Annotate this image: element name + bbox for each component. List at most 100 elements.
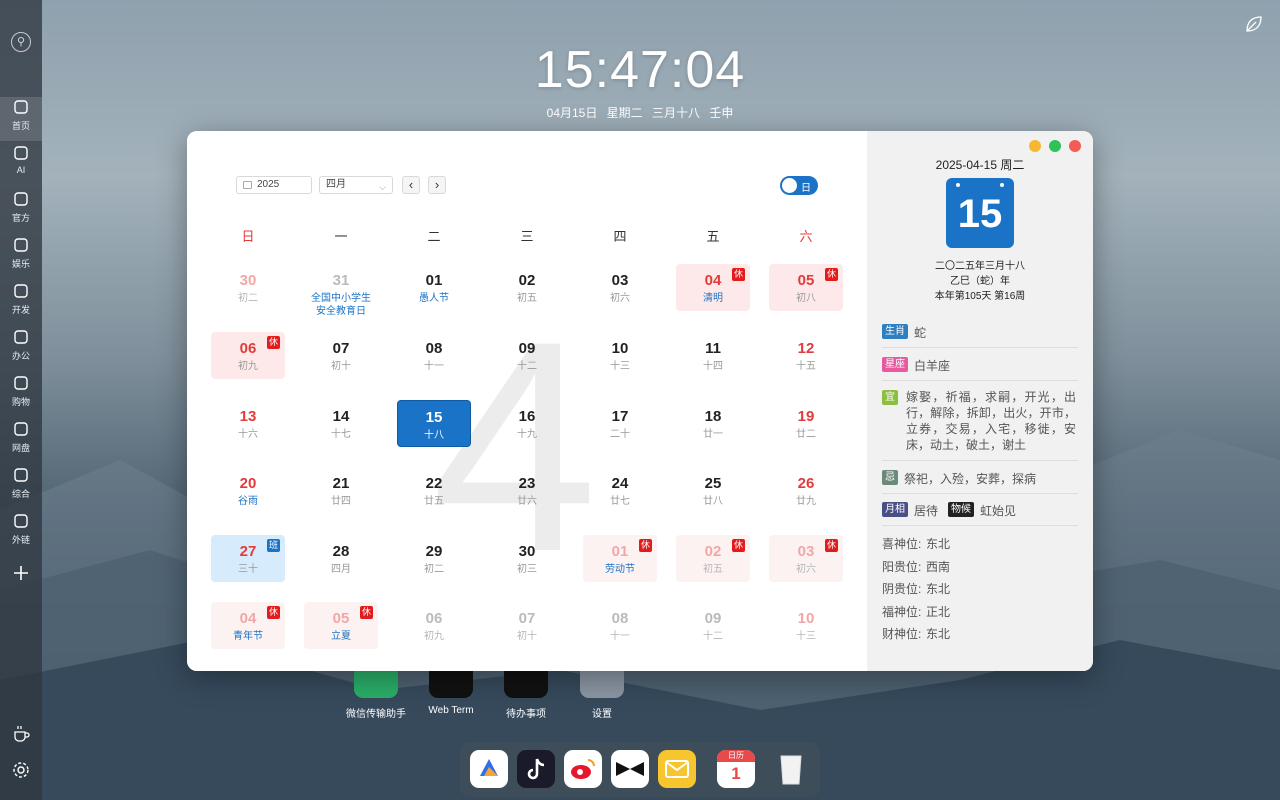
- lunar-label: 廿二: [796, 429, 816, 440]
- sidebar-item-2[interactable]: 官方: [0, 189, 42, 233]
- holiday-badge: 休: [825, 268, 838, 281]
- calendar-day[interactable]: 24 廿七: [583, 467, 657, 514]
- calendar-day[interactable]: 09 十二: [676, 602, 750, 649]
- calendar-app-icon[interactable]: 日历 1: [717, 750, 755, 788]
- toggle-label: 日: [801, 183, 811, 194]
- lark-icon[interactable]: [470, 750, 508, 788]
- bowtie-icon[interactable]: [611, 750, 649, 788]
- calendar-day[interactable]: 27 三十班: [211, 535, 285, 582]
- minimize-button[interactable]: [1029, 140, 1041, 152]
- month-select[interactable]: 四月 ⌵: [319, 176, 393, 194]
- calendar-day[interactable]: 17 二十: [583, 400, 657, 447]
- calendar-day[interactable]: 22 廿五: [397, 467, 471, 514]
- sidebar-item-9[interactable]: 外链: [0, 511, 42, 555]
- sidebar-item-1[interactable]: AI: [0, 143, 42, 187]
- calendar-day[interactable]: 04 青年节休: [211, 602, 285, 649]
- calendar-day[interactable]: 13 十六: [211, 400, 285, 447]
- calendar-day[interactable]: 07 初十: [490, 602, 564, 649]
- calendar-day[interactable]: 06 初九休: [211, 332, 285, 379]
- sidebar-item-5[interactable]: 办公: [0, 327, 42, 371]
- calendar-day[interactable]: 03 初六: [583, 264, 657, 311]
- day-of-year: 本年第105天 第16周: [934, 291, 1026, 302]
- weekday-header: 一: [334, 229, 348, 244]
- tiktok-icon[interactable]: [517, 750, 555, 788]
- maximize-button[interactable]: [1049, 140, 1061, 152]
- sidebar-item-4[interactable]: 开发: [0, 281, 42, 325]
- next-month-button[interactable]: ›: [428, 176, 446, 194]
- calendar-day[interactable]: 03 初六休: [769, 535, 843, 582]
- calendar-day[interactable]: 20 谷雨: [211, 467, 285, 514]
- sidebar-item-7[interactable]: 网盘: [0, 419, 42, 463]
- position-value: 东北: [926, 627, 951, 641]
- calendar-day[interactable]: 28 四月: [304, 535, 378, 582]
- shopping-bag-icon: [14, 376, 28, 390]
- weekday-header: 五: [706, 229, 720, 244]
- deity-position-row: 阴贵位: 东北: [882, 580, 950, 597]
- weibo-icon[interactable]: [564, 750, 602, 788]
- calendar-day[interactable]: 21 廿四: [304, 467, 378, 514]
- prev-month-button[interactable]: ‹: [402, 176, 420, 194]
- day-number: 08: [425, 340, 443, 357]
- day-number: 28: [332, 543, 350, 560]
- calendar-day[interactable]: 25 廿八: [676, 467, 750, 514]
- calendar-day[interactable]: 09 十二: [490, 332, 564, 379]
- calendar-day[interactable]: 12 十五: [769, 332, 843, 379]
- calendar-day[interactable]: 31 全国中小学生安全教育日: [304, 264, 378, 317]
- day-number: 07: [518, 610, 536, 627]
- calendar-day[interactable]: 26 廿九: [769, 467, 843, 514]
- ganzhi-year: 乙巳（蛇）年: [950, 276, 1010, 287]
- year-select[interactable]: 2025: [236, 176, 312, 194]
- sidebar-item-label: 购物: [11, 397, 30, 407]
- calendar-day[interactable]: 19 廿二: [769, 400, 843, 447]
- settings-button[interactable]: [11, 760, 31, 780]
- add-category-button[interactable]: [0, 563, 42, 607]
- calendar-day[interactable]: 14 十七: [304, 400, 378, 447]
- calendar-day[interactable]: 10 十三: [769, 602, 843, 649]
- lunar-label: 十九: [517, 429, 537, 440]
- deity-position-row: 喜神位: 东北: [882, 535, 950, 552]
- calendar-day[interactable]: 23 廿六: [490, 467, 564, 514]
- holiday-badge: 休: [732, 268, 745, 281]
- lunar-label: 初十: [331, 361, 351, 372]
- sidebar-item-8[interactable]: 综合: [0, 465, 42, 509]
- circles-icon: [14, 468, 28, 482]
- calendar-day[interactable]: 05 立夏休: [304, 602, 378, 649]
- holiday-badge: 休: [267, 336, 280, 349]
- trash-icon[interactable]: [772, 750, 810, 788]
- calendar-day[interactable]: 01 劳动节休: [583, 535, 657, 582]
- calendar-day[interactable]: 10 十三: [583, 332, 657, 379]
- calendar-day-today[interactable]: 15 十八: [397, 400, 471, 447]
- calendar-day[interactable]: 05 初八休: [769, 264, 843, 311]
- sidebar-item-3[interactable]: 娱乐: [0, 235, 42, 279]
- weekday-header: 四: [613, 229, 627, 244]
- sidebar-item-6[interactable]: 购物: [0, 373, 42, 417]
- calendar-day[interactable]: 18 廿一: [676, 400, 750, 447]
- calendar-day[interactable]: 02 初五: [490, 264, 564, 311]
- close-button[interactable]: [1069, 140, 1081, 152]
- leaf-icon[interactable]: [1244, 14, 1264, 34]
- selected-date: 2025-04-15 周二: [935, 158, 1025, 172]
- calendar-day[interactable]: 02 初五休: [676, 535, 750, 582]
- position-label: 财神位:: [882, 627, 922, 641]
- divider: [882, 525, 1078, 526]
- mail-icon[interactable]: [658, 750, 696, 788]
- calendar-day[interactable]: 30 初二: [211, 264, 285, 311]
- calendar-day[interactable]: 07 初十: [304, 332, 378, 379]
- calendar-day[interactable]: 08 十一: [583, 602, 657, 649]
- coffee-button[interactable]: [11, 724, 31, 744]
- view-toggle[interactable]: 日: [780, 176, 818, 195]
- calendar-day[interactable]: 29 初二: [397, 535, 471, 582]
- calendar-day[interactable]: 04 清明休: [676, 264, 750, 311]
- day-number: 12: [797, 340, 815, 357]
- calendar-day[interactable]: 06 初九: [397, 602, 471, 649]
- calendar-day[interactable]: 30 初三: [490, 535, 564, 582]
- divider: [882, 493, 1078, 494]
- calendar-day[interactable]: 08 十一: [397, 332, 471, 379]
- calendar-day[interactable]: 11 十四: [676, 332, 750, 379]
- calendar-day[interactable]: 16 十九: [490, 400, 564, 447]
- calendar-day[interactable]: 01 愚人节: [397, 264, 471, 311]
- lunar-label: 廿一: [703, 429, 723, 440]
- lunar-label: 立夏: [331, 631, 351, 642]
- calendar-app-label: 日历: [717, 750, 755, 762]
- chevron-right-icon: ›: [434, 177, 440, 192]
